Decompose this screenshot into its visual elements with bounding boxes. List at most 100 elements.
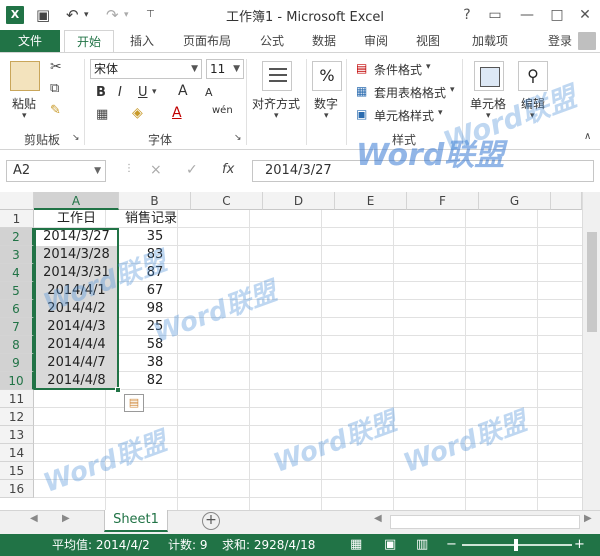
cell-b6[interactable]: 98: [119, 300, 191, 318]
minimize-button[interactable]: —: [516, 4, 538, 26]
column-header-f[interactable]: F: [407, 192, 479, 210]
row-header[interactable]: 4: [0, 264, 34, 282]
cell-b3[interactable]: 83: [119, 246, 191, 264]
format-painter-icon[interactable]: ✎: [50, 103, 61, 118]
editing-group-label[interactable]: 编辑: [521, 95, 545, 112]
tab-home[interactable]: 开始: [64, 30, 114, 52]
normal-view-icon[interactable]: ▦: [350, 534, 362, 556]
cell-a7[interactable]: 2014/4/3: [34, 318, 119, 336]
row-header[interactable]: 10: [0, 372, 34, 390]
zoom-slider-thumb[interactable]: [514, 539, 518, 551]
collapse-ribbon-icon[interactable]: ∧: [584, 131, 591, 142]
cell-styles-button[interactable]: 单元格样式: [374, 107, 434, 124]
row-header[interactable]: 8: [0, 336, 34, 354]
row-header[interactable]: 16: [0, 480, 34, 498]
horizontal-scrollbar[interactable]: [390, 515, 580, 529]
cells-icon[interactable]: [474, 61, 504, 91]
page-break-view-icon[interactable]: ▥: [416, 534, 428, 556]
font-color-button[interactable]: A: [172, 105, 182, 121]
copy-icon[interactable]: ⧉: [50, 81, 59, 96]
column-header-b[interactable]: B: [119, 192, 191, 210]
prev-sheet-icon[interactable]: ◀: [30, 513, 38, 524]
undo-dropdown-icon[interactable]: ▾: [84, 5, 89, 25]
row-header[interactable]: 7: [0, 318, 34, 336]
cell-b5[interactable]: 67: [119, 282, 191, 300]
font-name-select[interactable]: 宋体 ▼: [90, 59, 202, 79]
grow-font-button[interactable]: A: [178, 83, 188, 99]
column-header-c[interactable]: C: [191, 192, 263, 210]
cell-b7[interactable]: 25: [119, 318, 191, 336]
ribbon-display-icon[interactable]: ▭: [484, 4, 506, 26]
avatar[interactable]: [578, 32, 596, 50]
tab-formulas[interactable]: 公式: [252, 30, 292, 52]
conditional-format-icon[interactable]: ▤: [356, 61, 367, 75]
row-header[interactable]: 12: [0, 408, 34, 426]
cut-icon[interactable]: ✂: [50, 59, 62, 75]
cell-a3[interactable]: 2014/3/28: [34, 246, 119, 264]
formula-input[interactable]: 2014/3/27: [252, 160, 594, 182]
select-all-corner[interactable]: [0, 192, 34, 210]
maximize-button[interactable]: □: [546, 4, 568, 26]
redo-dropdown-icon[interactable]: ▾: [124, 5, 129, 25]
column-header-d[interactable]: D: [263, 192, 335, 210]
cell-b1[interactable]: 销售记录: [119, 210, 191, 228]
zoom-in-icon[interactable]: +: [574, 534, 585, 556]
border-icon[interactable]: ▦: [96, 107, 108, 122]
underline-button[interactable]: U: [138, 85, 148, 100]
enter-icon[interactable]: ✓: [186, 162, 198, 178]
column-header-a[interactable]: A: [34, 192, 119, 210]
fill-color-icon[interactable]: ◈: [132, 105, 143, 121]
font-launcher-icon[interactable]: ↘: [234, 133, 242, 143]
column-header-e[interactable]: E: [335, 192, 407, 210]
tab-view[interactable]: 视图: [408, 30, 448, 52]
excel-logo-icon[interactable]: X: [6, 6, 24, 24]
page-layout-view-icon[interactable]: ▣: [384, 534, 396, 556]
next-sheet-icon[interactable]: ▶: [62, 513, 70, 524]
add-sheet-button[interactable]: +: [202, 512, 220, 530]
help-button[interactable]: ?: [456, 4, 478, 26]
chevron-down-icon[interactable]: ▾: [426, 62, 431, 72]
row-header[interactable]: 15: [0, 462, 34, 480]
paste-icon[interactable]: [10, 61, 40, 91]
cell-a1[interactable]: 工作日: [34, 210, 119, 228]
format-as-table-button[interactable]: 套用表格格式: [374, 84, 446, 101]
column-header-g[interactable]: G: [479, 192, 551, 210]
conditional-format-button[interactable]: 条件格式: [374, 61, 422, 78]
chevron-down-icon[interactable]: ▾: [438, 108, 443, 118]
name-box[interactable]: A2 ▼: [6, 160, 106, 182]
cell-a9[interactable]: 2014/4/7: [34, 354, 119, 372]
paste-dropdown-icon[interactable]: ▾: [22, 111, 27, 121]
cell-a10[interactable]: 2014/4/8: [34, 372, 119, 390]
chevron-down-icon[interactable]: ▼: [94, 161, 101, 181]
close-button[interactable]: ✕: [574, 4, 596, 26]
cancel-icon[interactable]: ×: [150, 162, 162, 178]
tab-page-layout[interactable]: 页面布局: [176, 30, 238, 52]
column-header-h[interactable]: [551, 192, 582, 210]
alignment-icon[interactable]: [262, 61, 292, 91]
cell-styles-icon[interactable]: ▣: [356, 107, 367, 121]
zoom-out-icon[interactable]: −: [446, 534, 457, 556]
row-header[interactable]: 1: [0, 210, 34, 228]
tab-file[interactable]: 文件: [0, 30, 60, 52]
cells-group-label[interactable]: 单元格: [470, 95, 506, 112]
shrink-font-button[interactable]: A: [205, 86, 213, 99]
format-table-icon[interactable]: ▦: [356, 84, 367, 98]
cell-b10[interactable]: 82: [119, 372, 191, 390]
row-header[interactable]: 11: [0, 390, 34, 408]
number-group-label[interactable]: 数字: [314, 95, 338, 112]
tab-addins[interactable]: 加载项: [462, 30, 518, 52]
row-header[interactable]: 3: [0, 246, 34, 264]
cells-dropdown-icon[interactable]: ▾: [486, 111, 491, 121]
find-binoculars-icon[interactable]: ⚲: [518, 61, 548, 91]
redo-icon[interactable]: ↷: [106, 5, 119, 25]
paste-button[interactable]: 粘贴: [12, 95, 36, 112]
cell-b9[interactable]: 38: [119, 354, 191, 372]
row-header[interactable]: 13: [0, 426, 34, 444]
login-link[interactable]: 登录: [548, 30, 572, 52]
number-dropdown-icon[interactable]: ▾: [324, 111, 329, 121]
quick-analysis-icon[interactable]: ▤: [124, 394, 144, 412]
vertical-scrollbar[interactable]: [582, 192, 600, 510]
insert-function-button[interactable]: fx: [222, 162, 234, 177]
row-header[interactable]: 9: [0, 354, 34, 372]
percent-icon[interactable]: %: [312, 61, 342, 91]
